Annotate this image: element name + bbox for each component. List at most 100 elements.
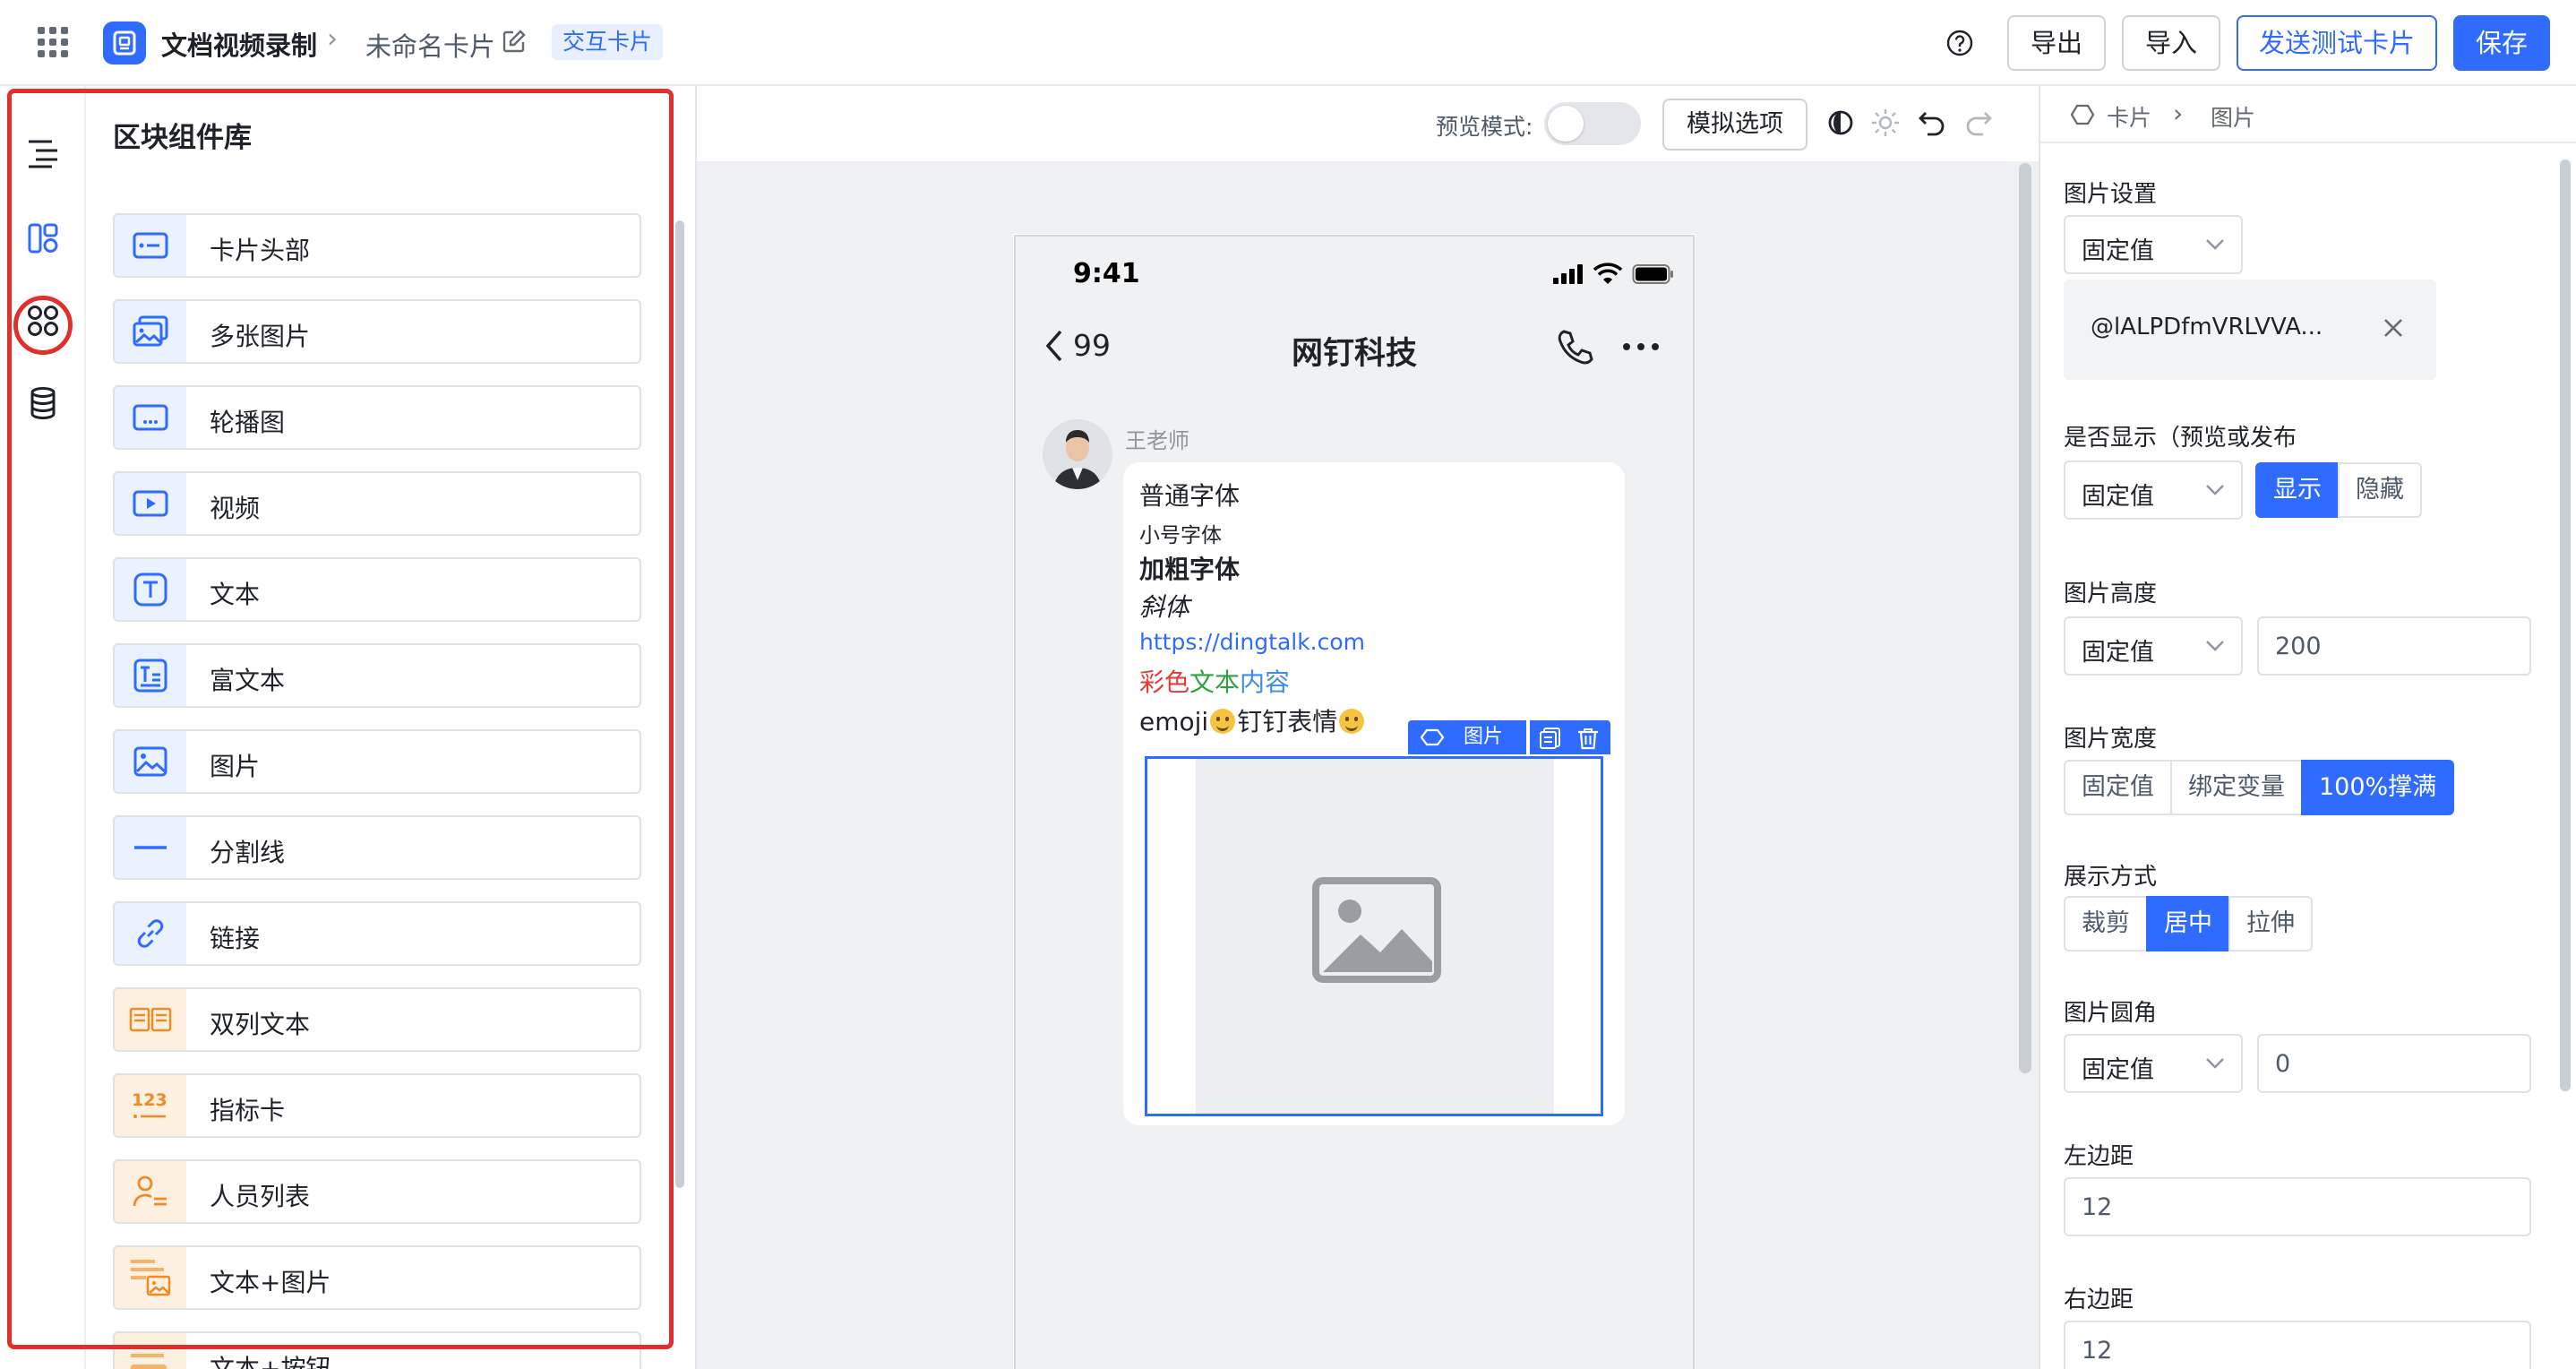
library-item-link[interactable]: 链接 <box>113 901 641 966</box>
data-source-icon[interactable] <box>25 385 61 421</box>
display-crop-option[interactable]: 裁剪 <box>2064 896 2148 951</box>
library-item-label: 文本+图片 <box>210 1268 331 1297</box>
properties-scrollbar[interactable] <box>2560 159 2571 1091</box>
sender-name: 王老师 <box>1125 428 1189 453</box>
smile-emoji-icon <box>1339 709 1365 734</box>
people-list-icon <box>115 1161 186 1222</box>
visible-label: 是否显示（预览或发布 <box>2064 425 2297 452</box>
image-placeholder-area <box>1196 759 1554 1114</box>
italic-text: 斜体 <box>1139 592 1190 622</box>
multi-image-icon <box>115 301 186 362</box>
width-bind-variable-option[interactable]: 绑定变量 <box>2170 760 2303 815</box>
image-source-field[interactable]: @lALPDfmVRLVVA... <box>2064 280 2436 380</box>
margin-left-label: 左边距 <box>2064 1143 2134 1170</box>
display-center-option[interactable]: 居中 <box>2146 896 2230 951</box>
library-item-text-button[interactable]: 文本+按钮 <box>113 1331 641 1369</box>
app-title: 文档视频录制 <box>161 30 318 61</box>
radius-label: 图片圆角 <box>2064 1000 2158 1027</box>
metric-card-icon: 123 <box>115 1075 186 1136</box>
send-test-card-button[interactable]: 发送测试卡片 <box>2237 15 2437 71</box>
card-header-icon <box>115 215 186 276</box>
library-item-carousel[interactable]: 轮播图 <box>113 385 641 450</box>
image-setting-select[interactable]: 固定值 <box>2064 215 2243 274</box>
height-mode-select[interactable]: 固定值 <box>2064 616 2243 676</box>
library-scrollbar[interactable] <box>675 220 684 1188</box>
text-button-icon <box>115 1333 186 1369</box>
library-item-video[interactable]: 视频 <box>113 471 641 536</box>
canvas-scrollbar[interactable] <box>2019 163 2031 1073</box>
redo-icon[interactable] <box>1963 108 1994 142</box>
edit-icon[interactable] <box>502 29 527 57</box>
chevron-down-icon <box>2206 485 2224 495</box>
display-mode-label: 展示方式 <box>2064 864 2158 891</box>
library-item-multi-image[interactable]: 多张图片 <box>113 299 641 364</box>
library-item-text-image[interactable]: 文本+图片 <box>113 1245 641 1310</box>
preview-mode-label: 预览模式: <box>1436 114 1533 140</box>
margin-right-value: 12 <box>2082 1337 2113 1365</box>
avatar <box>1043 419 1112 489</box>
display-stretch-option[interactable]: 拉伸 <box>2228 896 2313 951</box>
library-item-divider[interactable]: 分割线 <box>113 815 641 880</box>
save-button[interactable]: 保存 <box>2453 15 2550 71</box>
library-item-image[interactable]: 图片 <box>113 729 641 794</box>
block-library-panel: 区块组件库 卡片头部 多张图片 轮播图 视频 文本 富文本 图片 分割线 链接 … <box>86 86 684 1369</box>
library-item-label: 视频 <box>210 494 261 523</box>
width-fixed-option[interactable]: 固定值 <box>2064 760 2172 815</box>
height-input[interactable]: 200 <box>2257 616 2531 676</box>
text-icon <box>115 559 186 620</box>
selected-image-component[interactable] <box>1145 756 1603 1116</box>
simulate-options-button[interactable]: 模拟选项 <box>1662 99 1807 151</box>
clear-icon[interactable] <box>2383 317 2404 339</box>
bold-text: 加粗字体 <box>1139 555 1241 584</box>
library-item-people-list[interactable]: 人员列表 <box>113 1159 641 1224</box>
library-item-rich-text[interactable]: 富文本 <box>113 643 641 708</box>
breadcrumb-chevron-icon: › <box>327 23 338 55</box>
visible-hide-option[interactable]: 隐藏 <box>2338 462 2422 518</box>
copy-icon[interactable] <box>1539 727 1562 753</box>
library-item-label: 文本+按钮 <box>210 1354 331 1369</box>
selected-component-tag[interactable]: 图片 <box>1408 720 1526 754</box>
help-icon[interactable] <box>1945 29 1974 61</box>
library-item-text[interactable]: 文本 <box>113 557 641 622</box>
components-grid-icon[interactable] <box>25 303 61 339</box>
chevron-down-icon <box>2206 1058 2224 1069</box>
library-item-label: 人员列表 <box>210 1182 311 1211</box>
app-grid-icon[interactable] <box>38 27 68 57</box>
width-full-option[interactable]: 100%撑满 <box>2301 760 2455 815</box>
breadcrumb-card[interactable]: 卡片 <box>2107 100 2151 133</box>
preview-mode-toggle[interactable] <box>1544 102 1641 145</box>
library-item-two-column-text[interactable]: 双列文本 <box>113 987 641 1052</box>
library-title: 区块组件库 <box>113 122 252 154</box>
light-mode-icon[interactable] <box>1870 108 1901 142</box>
library-item-label: 卡片头部 <box>210 236 311 265</box>
undo-icon[interactable] <box>1917 108 1947 142</box>
image-source-value: @lALPDfmVRLVVA... <box>2091 314 2323 340</box>
visible-show-option[interactable]: 显示 <box>2255 462 2340 518</box>
delete-icon[interactable] <box>1576 727 1600 753</box>
library-item-label: 多张图片 <box>210 322 311 351</box>
radius-mode-select[interactable]: 固定值 <box>2064 1034 2243 1093</box>
block-library-icon[interactable] <box>25 220 61 256</box>
phone-call-icon[interactable] <box>1557 328 1594 371</box>
library-list: 卡片头部 多张图片 轮播图 视频 文本 富文本 图片 分割线 链接 双列文本 1… <box>113 213 641 1369</box>
library-item-label: 文本 <box>210 580 261 609</box>
export-button[interactable]: 导出 <box>2007 15 2106 71</box>
outline-tree-icon[interactable] <box>25 134 61 170</box>
import-button[interactable]: 导入 <box>2122 15 2220 71</box>
library-item-metric-card[interactable]: 123 指标卡 <box>113 1073 641 1138</box>
more-options-icon[interactable] <box>1621 339 1661 356</box>
chevron-down-icon <box>2206 641 2224 651</box>
top-bar: 文档视频录制 › 未命名卡片 交互卡片 导出 导入 发送测试卡片 保存 <box>0 0 2576 86</box>
link-text[interactable]: https://dingtalk.com <box>1139 629 1365 655</box>
card-name[interactable]: 未命名卡片 <box>365 26 495 64</box>
status-bar-time: 9:41 <box>1073 258 1140 289</box>
radius-input[interactable]: 0 <box>2257 1034 2531 1093</box>
card-message-bubble: 普通字体 小号字体 加粗字体 斜体 https://dingtalk.com 彩… <box>1123 462 1625 1125</box>
library-item-card-header[interactable]: 卡片头部 <box>113 213 641 278</box>
margin-right-input[interactable]: 12 <box>2064 1321 2531 1369</box>
visible-mode-select[interactable]: 固定值 <box>2064 461 2243 520</box>
dark-mode-icon[interactable] <box>1825 108 1856 142</box>
battery-icon <box>1632 263 1675 288</box>
canvas-toolbar: 预览模式: 模拟选项 <box>697 86 2040 161</box>
margin-left-input[interactable]: 12 <box>2064 1177 2531 1236</box>
